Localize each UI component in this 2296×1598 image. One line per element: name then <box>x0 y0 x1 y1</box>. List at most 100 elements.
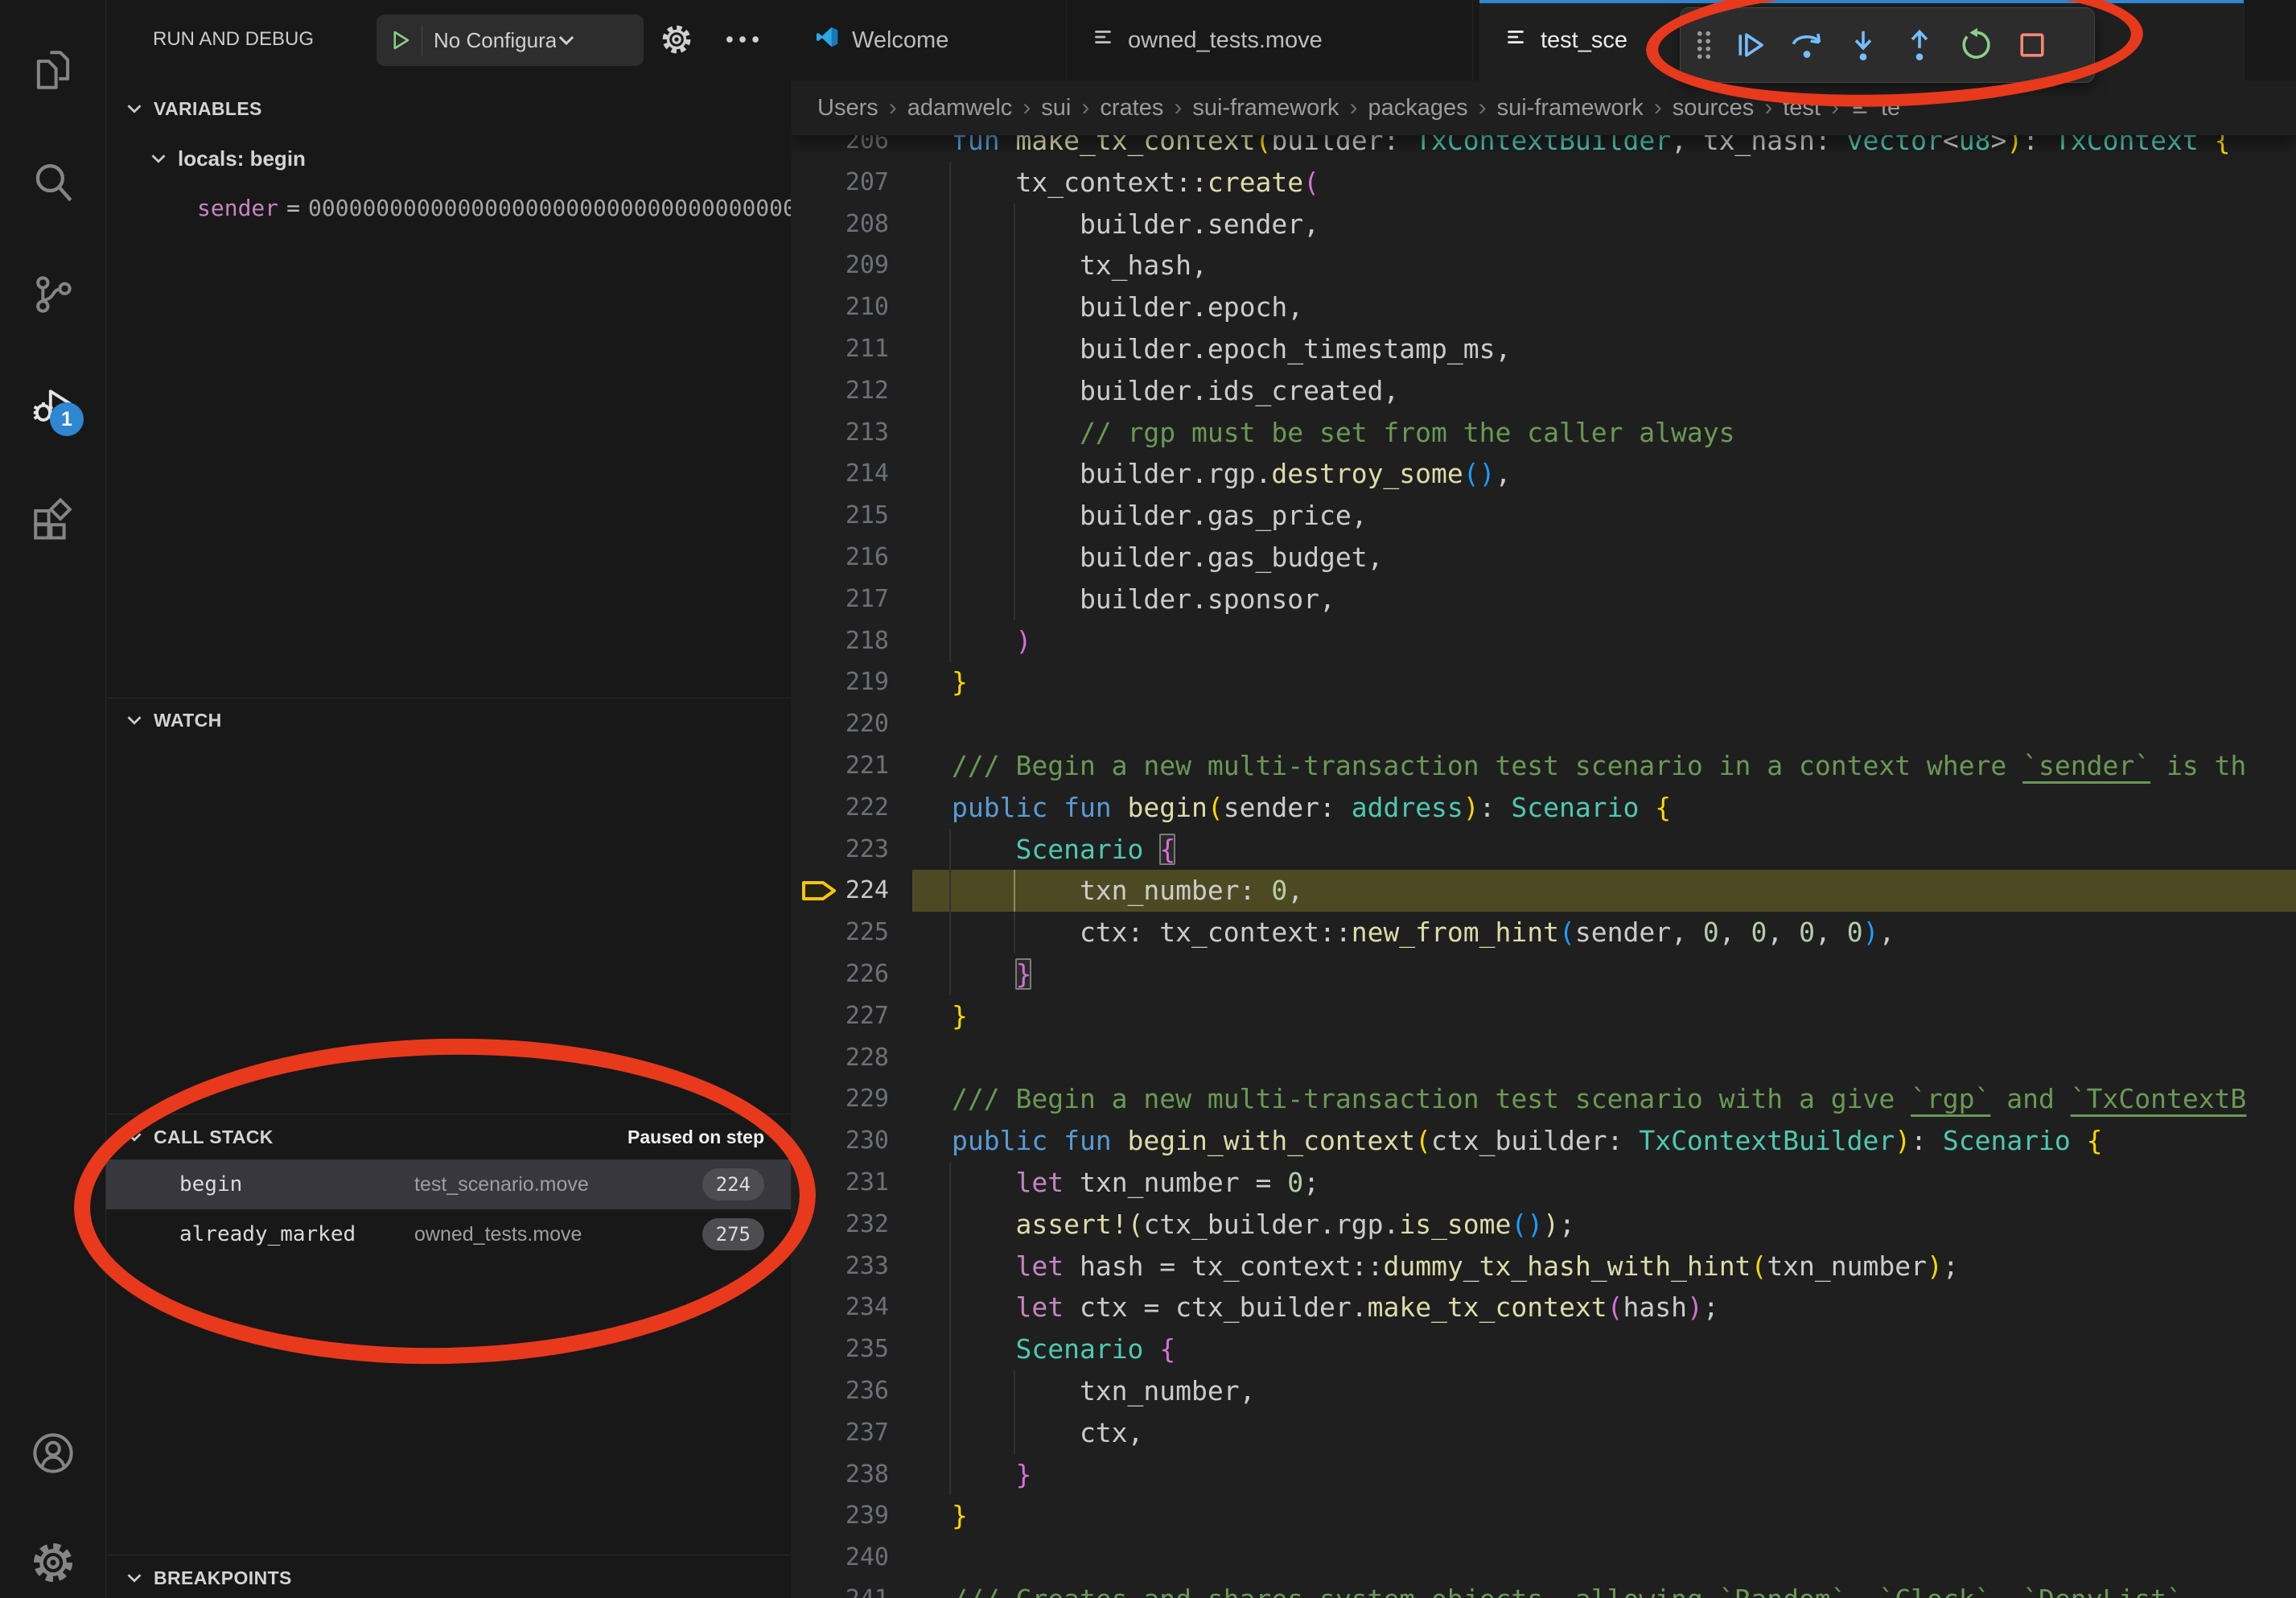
watch-section-header[interactable]: WATCH <box>106 698 791 742</box>
gutter[interactable] <box>889 1078 952 1120</box>
breadcrumb-item[interactable]: sui <box>1041 95 1071 121</box>
gutter[interactable] <box>889 328 952 370</box>
code-line-207[interactable]: 207 tx_context::create( <box>791 162 2296 204</box>
restart-button[interactable] <box>1956 25 1996 65</box>
line-number[interactable]: 221 <box>791 745 889 787</box>
line-number[interactable]: 236 <box>791 1370 889 1412</box>
line-number[interactable]: 225 <box>791 912 889 953</box>
code-line-212[interactable]: 212 builder.ids_created, <box>791 370 2296 412</box>
code-line-235[interactable]: 235 Scenario { <box>791 1328 2296 1370</box>
line-number[interactable]: 215 <box>791 495 889 537</box>
code-editor[interactable]: 206fun make_tx_context(builder: TxContex… <box>791 0 2296 1598</box>
run-configuration-dropdown[interactable]: No Configura <box>376 14 644 66</box>
gutter[interactable] <box>889 995 952 1037</box>
code-line-208[interactable]: 208 builder.sender, <box>791 204 2296 245</box>
line-number[interactable]: 213 <box>791 412 889 454</box>
variable-row-sender[interactable]: sender = 0000000000000000000000000000000… <box>197 187 791 229</box>
gutter[interactable] <box>889 1162 952 1204</box>
code-line-217[interactable]: 217 builder.sponsor, <box>791 579 2296 620</box>
breadcrumb-item[interactable]: sources <box>1673 95 1755 121</box>
line-number[interactable]: 219 <box>791 661 889 703</box>
line-number[interactable]: 214 <box>791 453 889 495</box>
step-into-button[interactable] <box>1843 25 1883 65</box>
tab-owned_tests.move[interactable]: owned_tests.move <box>1067 0 1473 80</box>
line-number[interactable]: 240 <box>791 1537 889 1579</box>
breadcrumb-item[interactable]: sui-framework <box>1497 95 1644 121</box>
variables-section-header[interactable]: VARIABLES <box>106 87 791 130</box>
breadcrumb-item[interactable]: crates <box>1100 95 1163 121</box>
activity-item-explorer[interactable] <box>0 30 105 110</box>
line-number[interactable]: 222 <box>791 787 889 829</box>
gutter[interactable] <box>889 1204 952 1246</box>
code-line-210[interactable]: 210 builder.epoch, <box>791 286 2296 328</box>
gutter[interactable] <box>889 579 952 620</box>
line-number[interactable]: 208 <box>791 204 889 245</box>
breadcrumb-file[interactable]: te <box>1881 95 1900 121</box>
step-out-button[interactable] <box>1899 25 1940 65</box>
activity-item-source-control[interactable] <box>0 254 105 335</box>
line-number[interactable]: 211 <box>791 328 889 370</box>
code-line-234[interactable]: 234 let ctx = ctx_builder.make_tx_contex… <box>791 1287 2296 1328</box>
line-number[interactable]: 241 <box>791 1579 889 1598</box>
code-line-215[interactable]: 215 builder.gas_price, <box>791 495 2296 537</box>
code-line-239[interactable]: 239} <box>791 1495 2296 1537</box>
breadcrumb-item[interactable]: adamwelc <box>907 95 1013 121</box>
gutter[interactable] <box>889 953 952 995</box>
line-number[interactable]: 235 <box>791 1328 889 1370</box>
tab-Welcome[interactable]: Welcome <box>791 0 1067 80</box>
code-line-238[interactable]: 238 } <box>791 1454 2296 1496</box>
code-line-225[interactable]: 225 ctx: tx_context::new_from_hint(sende… <box>791 912 2296 953</box>
gutter[interactable] <box>889 1370 952 1412</box>
activity-item-search[interactable] <box>0 142 105 223</box>
gutter[interactable] <box>889 703 952 745</box>
gutter[interactable] <box>889 1328 952 1370</box>
activity-item-account[interactable] <box>0 1413 105 1493</box>
line-number[interactable]: 233 <box>791 1246 889 1287</box>
gutter[interactable] <box>889 1246 952 1287</box>
call-stack-section-header[interactable]: CALL STACK Paused on step <box>106 1115 791 1159</box>
activity-item-run-and-debug[interactable]: 1 <box>0 365 105 446</box>
call-stack-frame-begin[interactable]: begintest_scenario.move224 <box>106 1159 791 1209</box>
variables-scope-row[interactable]: locals: begin <box>106 137 791 180</box>
gutter[interactable] <box>889 162 952 204</box>
gutter[interactable] <box>889 537 952 579</box>
stop-button[interactable] <box>2012 25 2052 65</box>
gutter[interactable] <box>889 204 952 245</box>
line-number[interactable]: 232 <box>791 1204 889 1246</box>
code-line-220[interactable]: 220 <box>791 703 2296 745</box>
gutter[interactable] <box>889 453 952 495</box>
code-line-229[interactable]: 229/// Begin a new multi-transaction tes… <box>791 1078 2296 1120</box>
gutter[interactable] <box>889 661 952 703</box>
call-stack-frame-already_marked[interactable]: already_markedowned_tests.move275 <box>106 1209 791 1259</box>
gutter[interactable] <box>889 1037 952 1079</box>
line-number[interactable]: 220 <box>791 703 889 745</box>
gutter[interactable] <box>889 1454 952 1496</box>
line-number[interactable]: 234 <box>791 1287 889 1328</box>
gutter[interactable] <box>889 620 952 662</box>
code-line-222[interactable]: 222public fun begin(sender: address): Sc… <box>791 787 2296 829</box>
line-number[interactable]: 212 <box>791 370 889 412</box>
line-number[interactable]: 207 <box>791 162 889 204</box>
line-number[interactable]: 229 <box>791 1078 889 1120</box>
line-number[interactable]: 223 <box>791 829 889 871</box>
line-number[interactable]: 227 <box>791 995 889 1037</box>
breadcrumb-item[interactable]: sui-framework <box>1192 95 1339 121</box>
line-number[interactable]: 239 <box>791 1495 889 1537</box>
gutter[interactable] <box>889 787 952 829</box>
gutter[interactable] <box>889 912 952 953</box>
continue-button[interactable] <box>1730 25 1771 65</box>
code-line-213[interactable]: 213 // rgp must be set from the caller a… <box>791 412 2296 454</box>
start-debugging-icon[interactable] <box>388 28 412 52</box>
line-number[interactable]: 230 <box>791 1120 889 1162</box>
gutter[interactable] <box>889 1120 952 1162</box>
breakpoints-section-header[interactable]: BREAKPOINTS <box>106 1556 791 1598</box>
line-number[interactable]: 237 <box>791 1412 889 1454</box>
step-over-button[interactable] <box>1787 25 1827 65</box>
code-line-230[interactable]: 230public fun begin_with_context(ctx_bui… <box>791 1120 2296 1162</box>
activity-item-settings[interactable] <box>0 1522 105 1598</box>
code-line-218[interactable]: 218 ) <box>791 620 2296 662</box>
line-number[interactable]: 238 <box>791 1454 889 1496</box>
code-line-228[interactable]: 228 <box>791 1037 2296 1079</box>
gutter[interactable] <box>889 1537 952 1579</box>
code-line-231[interactable]: 231 let txn_number = 0; <box>791 1162 2296 1204</box>
